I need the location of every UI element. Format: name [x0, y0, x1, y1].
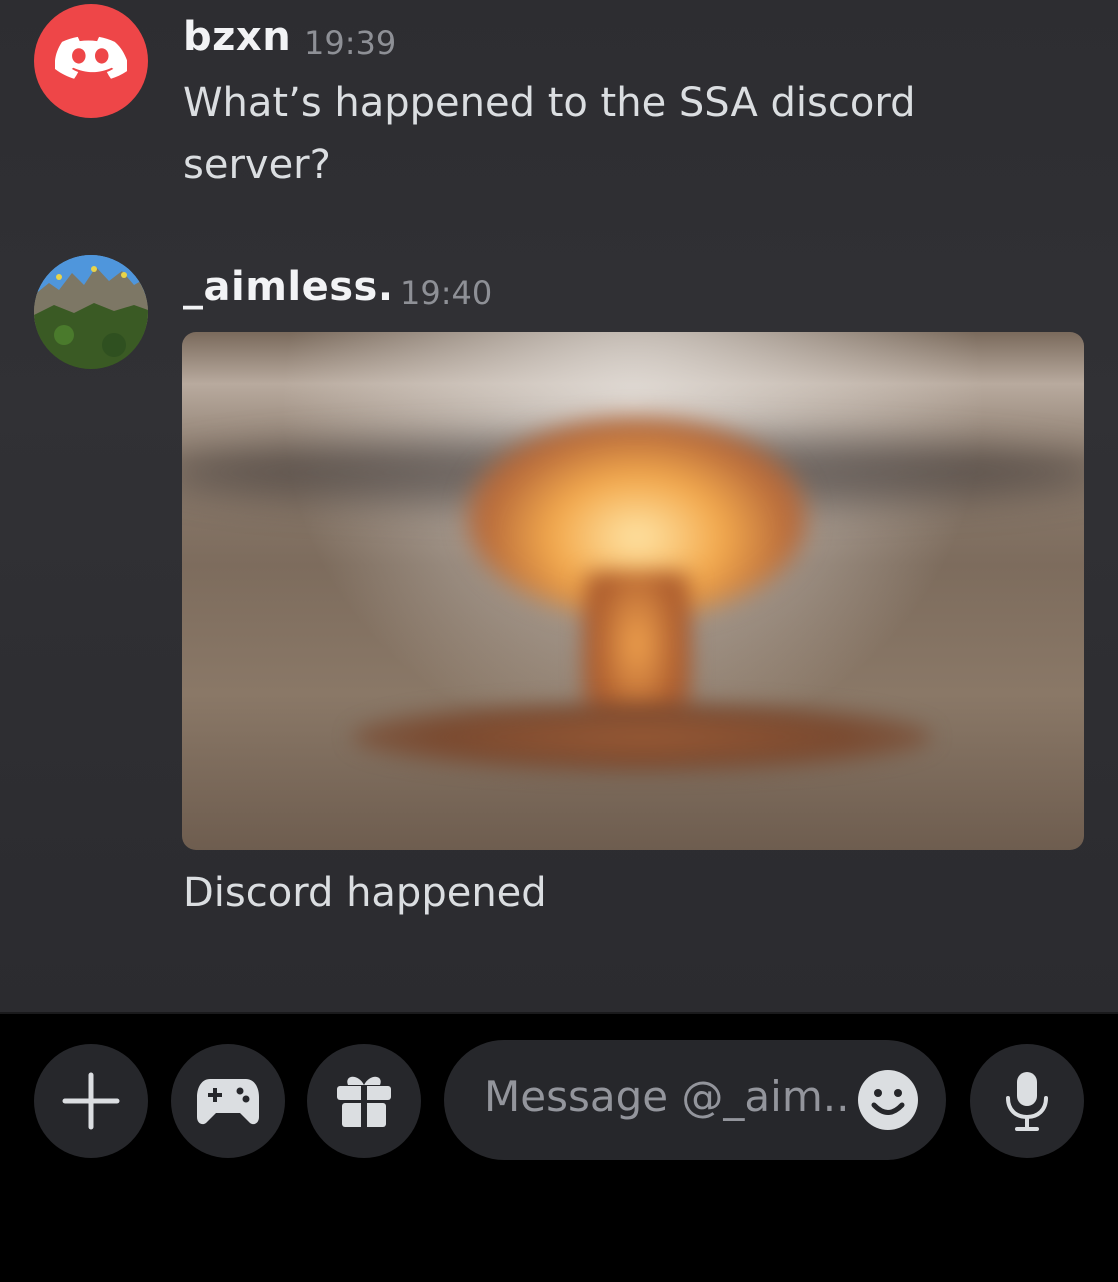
image-mushroom-base — [352, 702, 932, 772]
message-timestamp: 19:39 — [304, 24, 397, 62]
add-attachment-button[interactable] — [34, 1044, 148, 1158]
activities-button[interactable] — [171, 1044, 285, 1158]
message-author[interactable]: _aimless. — [183, 264, 394, 310]
chat-area: bzxn 19:39 What’s happened to the SSA di… — [0, 0, 1118, 1012]
message-input-placeholder: Message @_aim.. — [484, 1072, 850, 1121]
voice-message-button[interactable] — [970, 1044, 1084, 1158]
discord-logo-icon — [55, 36, 127, 79]
emoji-icon — [858, 1070, 918, 1130]
user-avatar-aimless[interactable] — [34, 255, 148, 369]
message-text-line: server? — [183, 142, 331, 188]
mushroom-cloud-image-attachment[interactable] — [182, 332, 1084, 850]
landscape-avatar-image — [34, 255, 148, 369]
emoji-button[interactable] — [856, 1068, 920, 1132]
message-timestamp: 19:40 — [400, 274, 493, 312]
plus-icon — [62, 1072, 120, 1130]
user-avatar-bzxn[interactable] — [34, 4, 148, 118]
gift-icon — [337, 1076, 391, 1127]
gift-button[interactable] — [307, 1044, 421, 1158]
message-author[interactable]: bzxn — [183, 14, 291, 60]
message-text: Discord happened — [183, 870, 547, 916]
microphone-icon — [1006, 1072, 1048, 1131]
message-text-line: What’s happened to the SSA discord — [183, 80, 916, 126]
gamepad-icon — [197, 1079, 259, 1125]
